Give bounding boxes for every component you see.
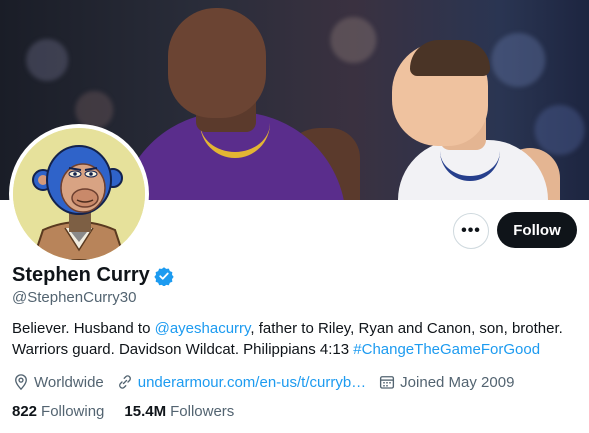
location-item: Worldwide (12, 373, 104, 391)
following-count: 822 (12, 403, 38, 420)
joined-item: Joined May 2009 (378, 373, 514, 391)
bio-text-1: Believer. Husband to (12, 320, 155, 337)
followers-label: Followers (170, 403, 235, 420)
ape-avatar-icon (13, 128, 145, 260)
avatar[interactable] (9, 124, 149, 264)
website-item[interactable]: underarmour.com/en-us/t/curryb… (116, 373, 366, 391)
bio-hashtag-link[interactable]: #ChangeTheGameForGood (353, 341, 540, 358)
verified-badge-icon[interactable] (154, 266, 174, 286)
following-label: Following (41, 403, 105, 420)
profile-bio: Believer. Husband to @ayeshacurry, fathe… (12, 318, 582, 360)
more-options-button[interactable]: ••• (453, 213, 489, 249)
profile-handle: @StephenCurry30 (12, 289, 137, 306)
profile-name-row: Stephen Curry (12, 264, 174, 287)
follow-button[interactable]: Follow (497, 212, 577, 248)
joined-text: Joined May 2009 (400, 373, 515, 391)
following-stat[interactable]: 822 Following (12, 403, 104, 420)
followers-count: 15.4M (124, 403, 167, 420)
banner-player-right-hair (410, 40, 490, 76)
banner-player-left-head (168, 8, 266, 118)
profile-name: Stephen Curry (12, 264, 150, 286)
followers-stat[interactable]: 15.4M Followers (124, 403, 234, 420)
more-options-icon: ••• (461, 222, 481, 239)
location-pin-icon (15, 374, 27, 391)
link-icon (118, 375, 131, 389)
profile-meta: Worldwide underarmour.com/en-us/t/curryb… (12, 373, 526, 391)
location-text: Worldwide (34, 373, 104, 391)
website-link[interactable]: underarmour.com/en-us/t/curryb… (138, 374, 366, 391)
avatar-image (13, 128, 145, 260)
profile-stats: 822 Following 15.4M Followers (12, 403, 254, 420)
bio-mention-link[interactable]: @ayeshacurry (155, 320, 251, 337)
calendar-icon (380, 376, 395, 389)
